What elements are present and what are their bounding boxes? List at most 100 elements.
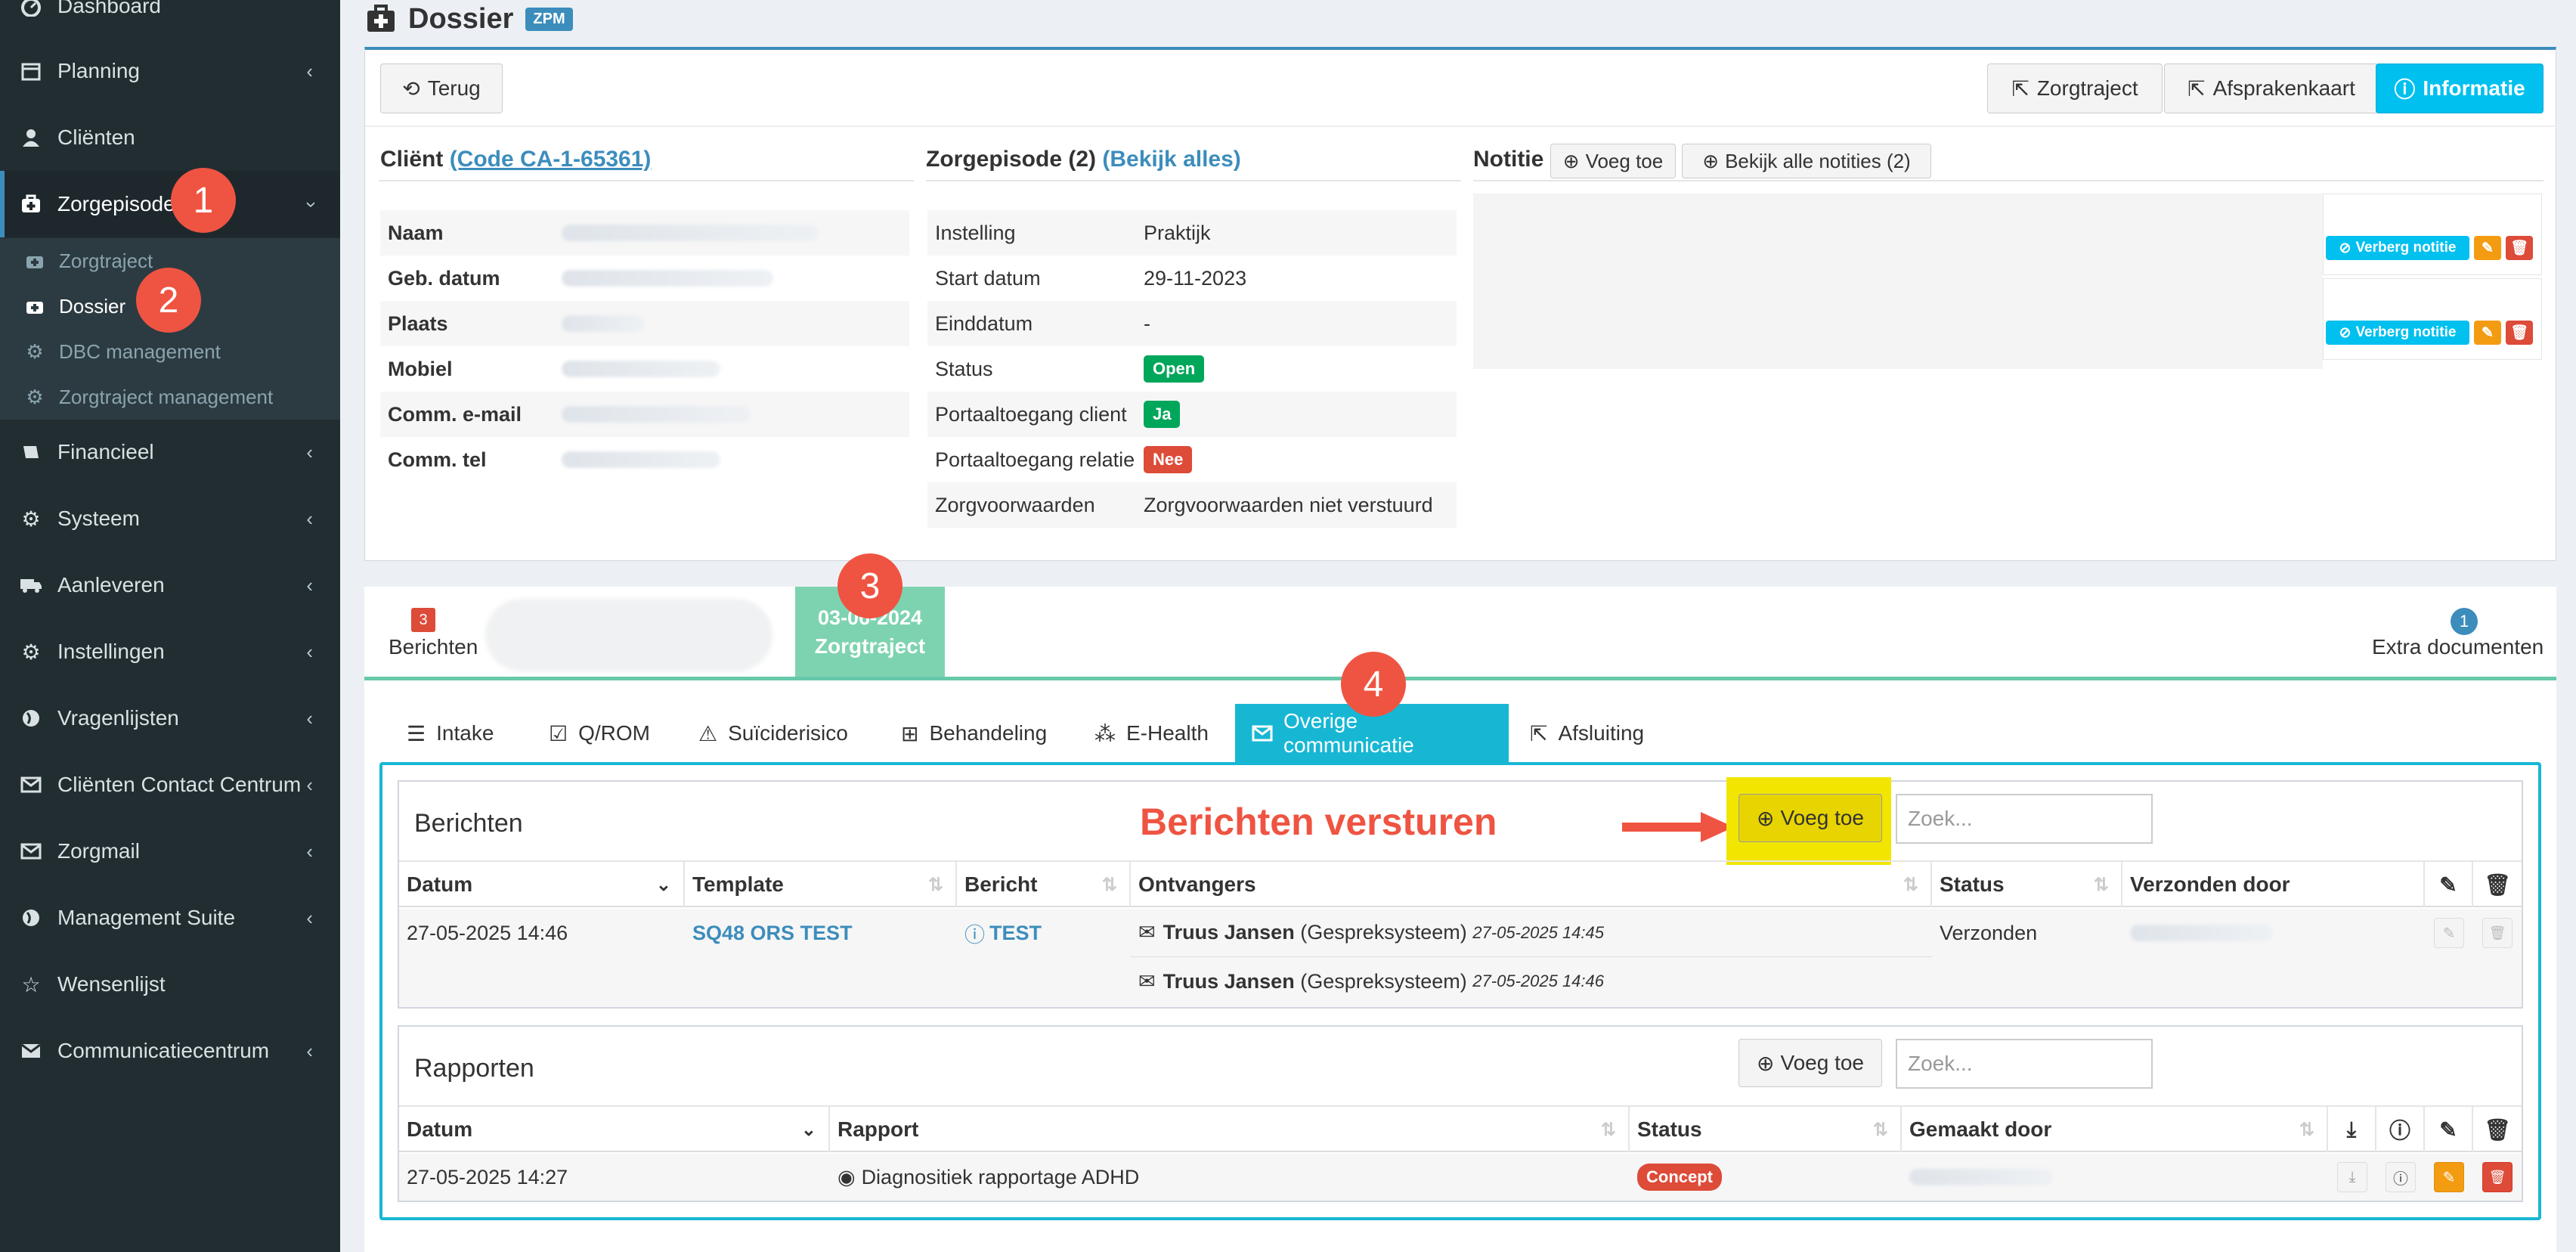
edit-rapport-button[interactable]: ✎: [2434, 1162, 2464, 1192]
download-icon: ⤓: [2348, 1168, 2356, 1185]
sidebar-item-aanleveren[interactable]: Aanleveren ‹: [0, 552, 340, 618]
sidebar-item-planning[interactable]: Planning ‹: [0, 38, 340, 104]
column-header-datum[interactable]: Datum ⌄: [399, 1107, 830, 1152]
zorgtraject-button[interactable]: ⇱ Zorgtraject: [1987, 64, 2163, 113]
sidebar-item-zorgepisode[interactable]: Zorgepisode ‹: [0, 171, 340, 237]
sidebar-item-systeem[interactable]: ⚙ Systeem ‹: [0, 485, 340, 552]
berichten-title: Berichten: [414, 809, 523, 838]
template-link[interactable]: SQ48 ORS TEST: [692, 922, 853, 945]
eye-slash-icon: ⊘: [2339, 324, 2352, 341]
delete-bericht-button[interactable]: 🗑: [2482, 918, 2513, 948]
info-circle-icon: ⓘ: [2376, 1107, 2425, 1152]
column-header-template[interactable]: Template ⇅: [685, 862, 957, 907]
berichten-add-button[interactable]: ⊕ Voeg toe: [1738, 794, 1882, 842]
sidebar-item-management-suite[interactable]: Management Suite ‹: [0, 885, 340, 951]
bericht-link[interactable]: TEST: [989, 922, 1042, 945]
edit-note-button[interactable]: ✎: [2474, 321, 2501, 345]
trash-icon: 🗑: [2509, 325, 2529, 341]
delete-note-button[interactable]: 🗑: [2506, 236, 2533, 260]
timeline-berichten[interactable]: Berichten: [389, 635, 478, 659]
column-header-bericht[interactable]: Bericht ⇅: [957, 862, 1131, 907]
sidebar-item-zorgmail[interactable]: Zorgmail ‹: [0, 818, 340, 885]
add-note-button[interactable]: ⊕ Voeg toe: [1550, 144, 1676, 178]
envelope-icon: [1252, 725, 1273, 742]
sort-icon: ⇅: [2093, 874, 2109, 895]
sidebar-item-communicatiecentrum[interactable]: Communicatiecentrum ‹: [0, 1018, 340, 1084]
afsprakenkaart-button[interactable]: ⇱ Afsprakenkaart: [2164, 64, 2379, 113]
tab-afsluiting[interactable]: ⇱ Afsluiting: [1513, 704, 1661, 763]
medkit-icon: [18, 194, 44, 214]
redacted-value: [2130, 925, 2274, 941]
tab-suiciderisico[interactable]: ⚠ Suïciderisico: [682, 704, 865, 763]
arrow-circle-up-icon: ⊕: [1702, 149, 1720, 172]
episode-title: Zorgepisode (2) (Bekijk alles): [926, 147, 1241, 172]
hide-note-button[interactable]: ⊘ Verberg notitie: [2326, 321, 2469, 345]
berichten-count-badge: 3: [411, 608, 435, 632]
redacted-value: [1909, 1169, 2053, 1185]
sidebar-subitem-dbc-management[interactable]: ⚙ DBC management: [0, 329, 340, 374]
tab-qrom[interactable]: ☑ Q/ROM: [532, 704, 667, 763]
rapporten-search-input[interactable]: Zoek...: [1896, 1039, 2153, 1089]
user-icon: [18, 128, 44, 147]
envelope-icon: [18, 776, 44, 793]
annotation-marker-4: 4: [1341, 652, 1406, 717]
delete-rapport-button[interactable]: 🗑: [2482, 1162, 2513, 1192]
external-link-icon: ⇱: [2011, 76, 2030, 101]
episode-row: Instelling Praktijk: [927, 210, 1457, 256]
delete-note-button[interactable]: 🗑: [2506, 321, 2533, 345]
tab-intake[interactable]: ☰ Intake: [390, 704, 510, 763]
gear-icon: ⚙: [26, 385, 44, 408]
page-title: Dossier ZPM: [366, 0, 573, 38]
view-all-notes-button[interactable]: ⊕ Bekijk alle notities (2): [1682, 144, 1931, 178]
sidebar-item-label: Dashboard: [57, 0, 161, 17]
medkit-icon: ⊞: [901, 721, 919, 745]
edit-bericht-button[interactable]: ✎: [2434, 918, 2464, 948]
sidebar-subitem-zorgtraject-management[interactable]: ⚙ Zorgtraject management: [0, 374, 340, 420]
globe-icon: [18, 908, 44, 928]
trash-icon: 🗑: [2488, 925, 2506, 941]
annotation-arrow: [1622, 812, 1734, 842]
book-icon: [18, 443, 44, 461]
divider: [1473, 180, 2543, 181]
column-header-ontvangers[interactable]: Ontvangers ⇅: [1131, 862, 1932, 907]
plus-circle-icon: ⊕: [1756, 1051, 1775, 1075]
timeline-extra-documenten[interactable]: Extra documenten: [2372, 635, 2543, 659]
berichten-search-input[interactable]: Zoek...: [1896, 794, 2153, 844]
redacted-value: [562, 406, 751, 423]
bekijk-alles-link[interactable]: (Bekijk alles): [1102, 147, 1240, 172]
rapporten-add-button[interactable]: ⊕ Voeg toe: [1738, 1039, 1882, 1087]
client-code-link[interactable]: (Code CA-1-65361): [450, 147, 652, 172]
sidebar-item-dashboard[interactable]: Dashboard: [0, 0, 340, 39]
check-square-icon: ☑: [549, 721, 568, 745]
column-header-rapport[interactable]: Rapport ⇅: [830, 1107, 1630, 1152]
sidebar-item-financieel[interactable]: Financieel ‹: [0, 419, 340, 485]
column-header-status[interactable]: Status ⇅: [1932, 862, 2122, 907]
informatie-button[interactable]: ⓘ Informatie: [2376, 64, 2543, 113]
row-rapport[interactable]: ◉ Diagnositiek rapportage ADHD: [830, 1154, 1139, 1201]
sidebar-item-clienten[interactable]: Cliënten: [0, 104, 340, 171]
gear-icon: ⚙: [26, 339, 44, 363]
edit-note-button[interactable]: ✎: [2474, 236, 2501, 260]
chevron-left-icon: ‹: [306, 906, 313, 929]
back-button[interactable]: ⟲ Terug: [380, 64, 503, 113]
sidebar-item-instellingen[interactable]: ⚙ Instellingen ‹: [0, 618, 340, 685]
pencil-icon: ✎: [2425, 862, 2473, 907]
sidebar-item-vragenlijsten[interactable]: Vragenlijsten ‹: [0, 685, 340, 752]
info-rapport-button[interactable]: ⓘ: [2386, 1162, 2416, 1192]
column-header-status[interactable]: Status ⇅: [1630, 1107, 1902, 1152]
sort-icon: ⇅: [1872, 1119, 1888, 1140]
column-header-gemaakt-door[interactable]: Gemaakt door ⇅: [1902, 1107, 2328, 1152]
download-rapport-button[interactable]: ⤓: [2337, 1162, 2367, 1192]
sidebar-item-wensenlijst[interactable]: ☆ Wensenlijst: [0, 951, 340, 1018]
tab-behandeling[interactable]: ⊞ Behandeling: [884, 704, 1064, 763]
redacted-value: [562, 315, 645, 332]
hide-note-button[interactable]: ⊘ Verberg notitie: [2326, 236, 2469, 260]
tab-e-health[interactable]: ⁂ E-Health: [1078, 704, 1225, 763]
episode-row: Portaaltoegang client Ja: [927, 392, 1457, 437]
sidebar-item-clienten-contact-centrum[interactable]: Cliënten Contact Centrum ‹: [0, 752, 340, 818]
column-header-datum[interactable]: Datum ⌄: [399, 862, 685, 907]
divider: [365, 126, 2557, 127]
column-header-verzonden-door[interactable]: Verzonden door: [2122, 862, 2425, 907]
info-circle-icon: ⓘ: [2393, 1170, 2408, 1188]
external-link-icon: ⇱: [2187, 76, 2206, 101]
